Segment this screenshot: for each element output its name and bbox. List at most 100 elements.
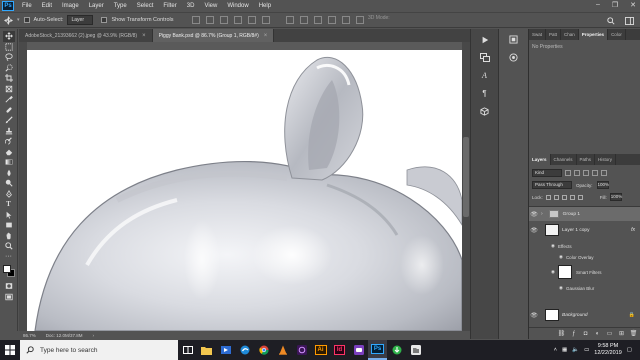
close-icon[interactable]: × <box>142 33 146 39</box>
menu-filter[interactable]: Filter <box>158 3 181 9</box>
quick-mask-icon[interactable] <box>3 281 15 292</box>
zoom-level[interactable]: 86.7% <box>23 333 36 338</box>
effects-row[interactable]: ◉ Effects <box>529 241 640 251</box>
minimize-icon[interactable]: – <box>596 1 600 9</box>
volume-icon[interactable]: 🔈 <box>572 347 579 353</box>
smart-filters-row[interactable]: ◉ Smart Filters <box>529 263 640 281</box>
menu-select[interactable]: Select <box>132 3 159 9</box>
color-wheel-icon[interactable] <box>507 51 521 64</box>
distribute-bottom-icon[interactable] <box>313 16 322 24</box>
preset-dropdown-icon[interactable]: ▾ <box>17 17 20 23</box>
link-layers-icon[interactable]: ⛓ <box>558 330 566 337</box>
close-icon[interactable]: ✕ <box>630 1 636 9</box>
visibility-eye-icon[interactable]: 👁 <box>529 222 539 238</box>
eraser-tool-icon[interactable] <box>3 147 15 158</box>
opacity-input[interactable]: 100% <box>596 181 609 189</box>
distribute-top-icon[interactable] <box>285 16 294 24</box>
type-tool-icon[interactable]: T <box>3 199 15 210</box>
network-icon[interactable]: ▦ <box>562 347 567 353</box>
play-actions-icon[interactable] <box>478 33 492 46</box>
align-right-icon[interactable] <box>261 16 270 24</box>
clock[interactable]: 9:58 PM 12/22/2019 <box>594 343 622 357</box>
menu-window[interactable]: Window <box>222 3 253 9</box>
brush-tool-icon[interactable] <box>3 115 15 126</box>
distribute-right-icon[interactable] <box>355 16 364 24</box>
filter-pixel-icon[interactable] <box>565 169 571 176</box>
align-top-icon[interactable] <box>191 16 200 24</box>
align-bottom-icon[interactable] <box>219 16 228 24</box>
file-explorer-icon[interactable] <box>197 340 216 360</box>
eye-small-icon[interactable]: ◉ <box>559 285 563 291</box>
distribute-hcenter-icon[interactable] <box>341 16 350 24</box>
tray-chevron-icon[interactable]: ˄ <box>554 347 557 353</box>
character-panel-icon[interactable]: A <box>478 69 492 82</box>
tab-patterns[interactable]: Patt <box>546 29 562 40</box>
auto-select-checkbox[interactable] <box>23 17 30 23</box>
filter-smart-object-icon[interactable] <box>601 169 607 176</box>
notifications-icon[interactable]: ▢ <box>627 347 632 353</box>
tab-properties[interactable]: Properties <box>578 29 609 40</box>
more-tools-icon[interactable]: ··· <box>3 252 15 263</box>
search-icon[interactable] <box>606 16 616 26</box>
media-app-icon[interactable] <box>216 340 235 360</box>
history-brush-tool-icon[interactable] <box>3 136 15 147</box>
marquee-tool-icon[interactable] <box>3 42 15 53</box>
clone-source-icon[interactable] <box>478 51 492 64</box>
tab-layers[interactable]: Layers <box>529 154 551 165</box>
layer-row-background[interactable]: 👁 Background 🔒 <box>529 307 640 323</box>
workspace-icon[interactable] <box>624 16 634 26</box>
fill-input[interactable]: 100% <box>609 193 622 201</box>
menu-type[interactable]: Type <box>109 3 132 9</box>
kind-filter-dropdown[interactable]: Kind <box>532 168 562 177</box>
photoshop-taskbar-icon[interactable]: Ps <box>368 340 387 360</box>
delete-layer-icon[interactable]: 🗑 <box>630 330 638 337</box>
menu-help[interactable]: Help <box>254 3 276 9</box>
menu-3d[interactable]: 3D <box>182 3 200 9</box>
folder-app-icon[interactable] <box>406 340 425 360</box>
download-app-icon[interactable] <box>387 340 406 360</box>
menu-view[interactable]: View <box>199 3 222 9</box>
adjustment-layer-icon[interactable]: ◐ <box>594 330 601 337</box>
eye-small-icon[interactable]: ◉ <box>551 269 555 275</box>
vertical-scrollbar[interactable] <box>462 42 470 331</box>
dodge-tool-icon[interactable] <box>3 178 15 189</box>
layer-row-group[interactable]: 👁 › Group 1 <box>529 207 640 221</box>
chrome-icon[interactable] <box>254 340 273 360</box>
canvas-area[interactable] <box>19 42 462 331</box>
document-canvas[interactable] <box>27 50 462 331</box>
chat-app-icon[interactable] <box>349 340 368 360</box>
language-icon[interactable]: ▭ <box>584 347 589 353</box>
scrollbar-thumb[interactable] <box>463 137 469 217</box>
zoom-tool-icon[interactable] <box>3 241 15 252</box>
gradient-tool-icon[interactable] <box>3 157 15 168</box>
task-view-icon[interactable] <box>178 340 197 360</box>
blur-tool-icon[interactable] <box>3 168 15 179</box>
tab-adobestock-image[interactable]: AdobeStock_21393662 (2).jpeg @ 43.9% (RG… <box>19 29 153 42</box>
color-overlay-row[interactable]: ◉ Color Overlay <box>529 252 640 262</box>
edge-icon[interactable] <box>235 340 254 360</box>
navigator-icon[interactable] <box>507 33 521 46</box>
healing-brush-tool-icon[interactable] <box>3 105 15 116</box>
close-icon[interactable]: × <box>264 33 268 39</box>
path-selection-tool-icon[interactable] <box>3 210 15 221</box>
distribute-left-icon[interactable] <box>327 16 336 24</box>
new-group-icon[interactable]: ▭ <box>606 330 613 337</box>
start-button[interactable] <box>0 340 20 360</box>
eye-small-icon[interactable]: ◉ <box>551 243 555 249</box>
tab-swatches[interactable]: Swat <box>529 29 547 40</box>
frame-tool-icon[interactable] <box>3 84 15 95</box>
menu-layer[interactable]: Layer <box>84 3 109 9</box>
crop-tool-icon[interactable] <box>3 73 15 84</box>
tab-history[interactable]: History <box>595 154 617 165</box>
filter-shape-icon[interactable] <box>592 169 598 176</box>
3d-panel-icon[interactable] <box>478 105 492 118</box>
vlc-icon[interactable] <box>273 340 292 360</box>
status-arrow-icon[interactable]: › <box>93 333 95 338</box>
screen-mode-icon[interactable] <box>3 292 15 303</box>
menu-image[interactable]: Image <box>57 3 84 9</box>
lock-position-icon[interactable] <box>561 194 567 200</box>
eye-small-icon[interactable]: ◉ <box>559 254 563 260</box>
align-vcenter-icon[interactable] <box>205 16 214 24</box>
tab-paths[interactable]: Paths <box>577 154 596 165</box>
lasso-tool-icon[interactable] <box>3 52 15 63</box>
